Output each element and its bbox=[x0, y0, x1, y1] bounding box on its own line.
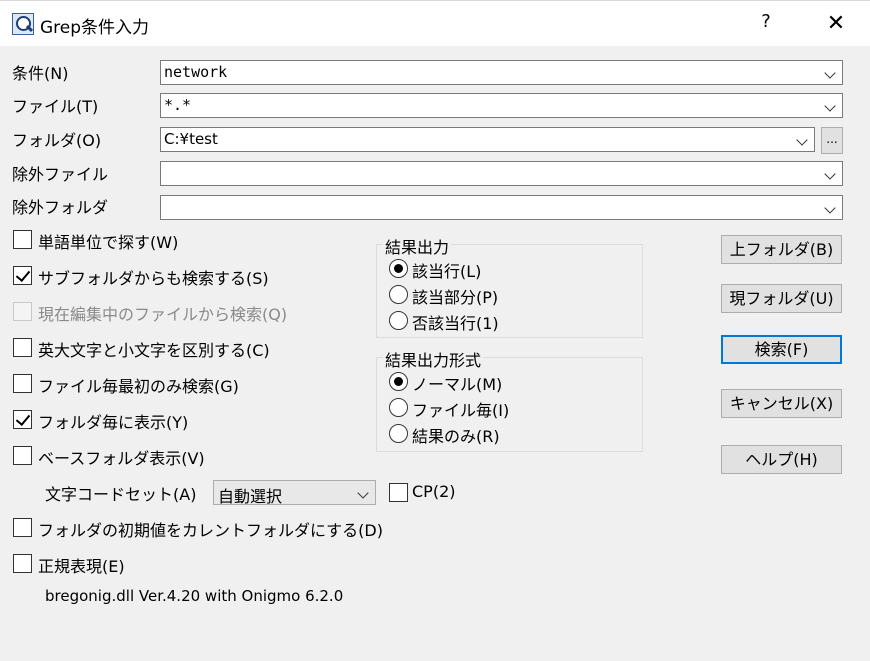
radio-circle[interactable] bbox=[389, 372, 408, 391]
charset-value: 自動選択 bbox=[218, 487, 283, 506]
grep-magnifier-icon bbox=[12, 13, 34, 35]
condition-value: network bbox=[164, 63, 228, 81]
exclude-file-combo[interactable] bbox=[160, 161, 843, 186]
chevron-down-icon[interactable] bbox=[796, 134, 808, 146]
group-title: 結果出力 bbox=[383, 234, 452, 258]
exclude-file-label: 除外ファイル bbox=[12, 165, 109, 184]
checkbox-label: サブフォルダからも検索する(S) bbox=[38, 269, 269, 288]
checkbox-box[interactable] bbox=[389, 483, 408, 502]
folder-browse-button[interactable]: ... bbox=[821, 127, 843, 154]
checkbox-box bbox=[13, 302, 32, 321]
window-title: Grep条件入力 bbox=[40, 18, 150, 38]
chevron-down-icon[interactable] bbox=[824, 202, 836, 214]
chevron-down-icon[interactable] bbox=[357, 487, 369, 499]
radio-label: 結果のみ(R) bbox=[412, 427, 500, 446]
checkbox-box[interactable] bbox=[13, 446, 32, 465]
radio-label: ノーマル(M) bbox=[412, 375, 503, 394]
radio-circle[interactable] bbox=[389, 311, 408, 330]
close-icon[interactable]: ✕ bbox=[822, 9, 850, 39]
checkbox-label: 現在編集中のファイルから検索(Q) bbox=[38, 305, 288, 324]
file-combo[interactable]: *.* bbox=[160, 93, 843, 118]
checkbox-label: CP(2) bbox=[412, 482, 456, 501]
checkbox-box[interactable] bbox=[13, 338, 32, 357]
current-folder-button[interactable]: 現フォルダ(U) bbox=[721, 284, 842, 313]
checkbox-box[interactable] bbox=[13, 518, 32, 537]
folder-label: フォルダ(O) bbox=[12, 131, 102, 150]
charset-label: 文字コードセット(A) bbox=[45, 485, 197, 504]
file-value: *.* bbox=[164, 96, 192, 114]
search-button[interactable]: 検索(F) bbox=[721, 335, 842, 364]
checkbox-label: フォルダ毎に表示(Y) bbox=[38, 413, 189, 432]
radio-circle[interactable] bbox=[389, 259, 408, 278]
help-button[interactable]: ヘルプ(H) bbox=[721, 445, 842, 474]
exclude-folder-label: 除外フォルダ bbox=[12, 198, 109, 217]
chevron-down-icon[interactable] bbox=[824, 168, 836, 180]
chevron-down-icon[interactable] bbox=[824, 100, 836, 112]
condition-label: 条件(N) bbox=[12, 64, 69, 83]
group-title: 結果出力形式 bbox=[383, 347, 484, 371]
cancel-button[interactable]: キャンセル(X) bbox=[721, 389, 842, 418]
upper-folder-button[interactable]: 上フォルダ(B) bbox=[721, 235, 842, 264]
file-label: ファイル(T) bbox=[12, 97, 99, 116]
exclude-folder-combo[interactable] bbox=[160, 195, 843, 220]
checkbox-box[interactable] bbox=[13, 230, 32, 249]
radio-circle[interactable] bbox=[389, 424, 408, 443]
checkbox-label: 英大文字と小文字を区別する(C) bbox=[38, 341, 270, 360]
radio-circle[interactable] bbox=[389, 398, 408, 417]
folder-value: C:¥test bbox=[164, 130, 218, 148]
checkbox-label: ベースフォルダ表示(V) bbox=[38, 449, 205, 468]
checkbox-label: ファイル毎最初のみ検索(G) bbox=[38, 377, 239, 396]
folder-combo[interactable]: C:¥test bbox=[160, 127, 815, 152]
checkbox-label: フォルダの初期値をカレントフォルダにする(D) bbox=[38, 521, 383, 540]
result-format-group: 結果出力形式 ノーマル(M) ファイル毎(I) 結果のみ(R) bbox=[376, 347, 643, 452]
checkbox-label: 単語単位で探す(W) bbox=[38, 233, 179, 252]
radio-label: 該当行(L) bbox=[412, 262, 482, 281]
radio-label: ファイル毎(I) bbox=[412, 401, 510, 420]
condition-combo[interactable]: network bbox=[160, 60, 843, 85]
result-output-group: 結果出力 該当行(L) 該当部分(P) 否該当行(1) bbox=[376, 234, 643, 338]
library-version-text: bregonig.dll Ver.4.20 with Onigmo 6.2.0 bbox=[45, 587, 344, 605]
checkbox-box[interactable] bbox=[13, 554, 32, 573]
radio-label: 否該当行(1) bbox=[412, 314, 499, 333]
chevron-down-icon[interactable] bbox=[824, 67, 836, 79]
radio-label: 該当部分(P) bbox=[412, 288, 499, 307]
help-title-button[interactable]: ? bbox=[754, 11, 778, 37]
charset-select[interactable]: 自動選択 bbox=[213, 480, 376, 506]
checkbox-label: 正規表現(E) bbox=[38, 557, 125, 576]
title-bar: Grep条件入力 ? ✕ bbox=[0, 0, 870, 46]
checkbox-box[interactable] bbox=[13, 410, 32, 429]
radio-circle[interactable] bbox=[389, 285, 408, 304]
checkbox-box[interactable] bbox=[13, 374, 32, 393]
checkbox-box[interactable] bbox=[13, 266, 32, 285]
